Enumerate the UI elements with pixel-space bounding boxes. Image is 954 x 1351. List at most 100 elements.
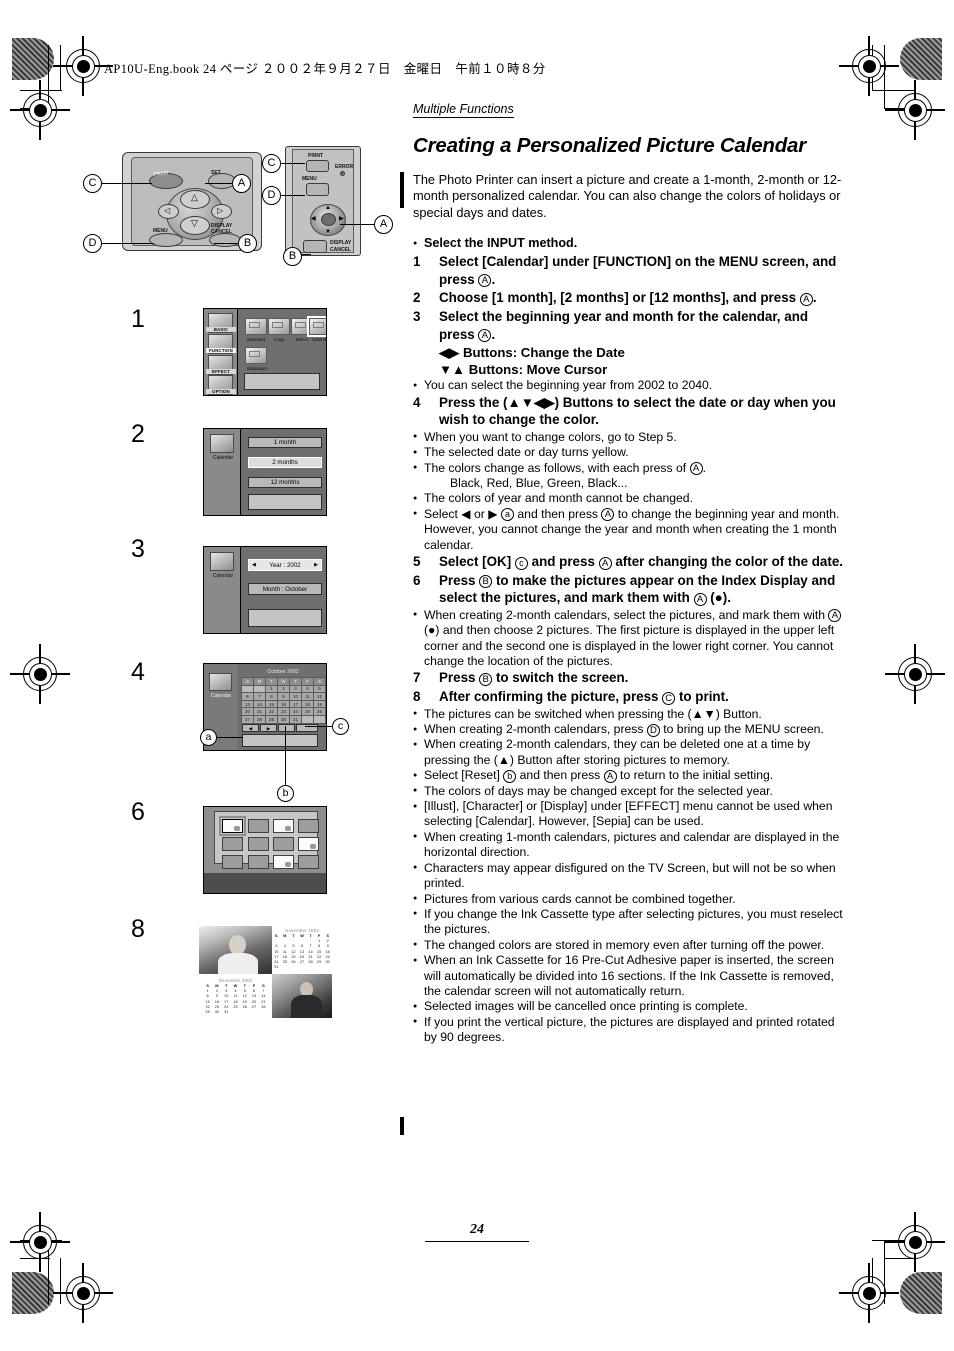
option-1-month[interactable]: 1 month xyxy=(248,437,322,448)
screen-mock-yearmonth: Calendar ◀ Year : 2002 ▶ Month : October xyxy=(203,546,327,634)
display-cancel-button-right-remote[interactable] xyxy=(303,240,327,253)
leader-c-left xyxy=(102,183,152,185)
year-right-arrow-icon[interactable]: ▶ xyxy=(314,560,318,570)
date-cell[interactable]: 20 xyxy=(241,707,254,716)
menu-button-left-remote[interactable] xyxy=(149,233,183,247)
date-cell[interactable]: 10 xyxy=(289,692,302,701)
step-2-text-b: . xyxy=(812,290,817,306)
date-cell[interactable]: 28 xyxy=(253,714,266,724)
note-select-mid: and then press xyxy=(514,506,602,521)
print-button-right-remote[interactable] xyxy=(306,160,329,172)
option-2-months[interactable]: 2 months xyxy=(248,457,322,468)
step-1: 1 Select [Calendar] under [FUNCTION] on … xyxy=(413,253,845,288)
crop-mark-bl-v2 xyxy=(60,1258,62,1304)
date-cell[interactable]: 7 xyxy=(253,692,266,701)
screen4-calendar-grid[interactable]: S M T W T F S 1 2 3 4 5 6 7 8 9 10 11 12… xyxy=(241,677,326,724)
screen4-callout-b: b xyxy=(277,785,294,802)
screen4-side-label: Calendar xyxy=(210,693,232,699)
date-cell[interactable]: 24 xyxy=(289,707,302,716)
date-cell[interactable]: 12 xyxy=(313,692,326,701)
date-cell[interactable]: 14 xyxy=(253,699,266,709)
step-6-number: 6 xyxy=(413,572,421,588)
year-selector-row[interactable]: ◀ Year : 2002 ▶ xyxy=(248,559,322,571)
screen4-next-button[interactable]: ▶ xyxy=(260,724,277,732)
month-selector-row[interactable]: Month : October xyxy=(248,583,322,595)
date-cell[interactable]: 2 xyxy=(277,684,290,694)
note-item: If you print the vertical picture, the p… xyxy=(413,1014,845,1046)
date-cell[interactable]: 18 xyxy=(301,699,314,709)
date-cell[interactable]: 22 xyxy=(265,707,278,716)
date-cell[interactable]: 26 xyxy=(313,707,326,716)
date-cell[interactable] xyxy=(301,714,314,724)
circled-a-icon: A xyxy=(601,508,615,522)
date-cell[interactable]: 21 xyxy=(253,707,266,716)
menu-button-label-left: MENU xyxy=(153,228,168,234)
function-icon-standard[interactable] xyxy=(245,318,267,335)
index-thumbnail[interactable] xyxy=(298,819,319,833)
date-cell[interactable]: 29 xyxy=(265,714,278,724)
date-cell[interactable]: 13 xyxy=(241,699,254,709)
date-cell[interactable]: 3 xyxy=(289,684,302,694)
date-cell[interactable]: 19 xyxy=(313,699,326,709)
index-thumbnail[interactable] xyxy=(248,819,269,833)
index-thumbnail[interactable] xyxy=(273,837,294,851)
index-thumbnail[interactable] xyxy=(273,855,294,869)
date-cell[interactable]: 27 xyxy=(241,714,254,724)
option-12-months[interactable]: 12 months xyxy=(248,477,322,488)
leader-d-right xyxy=(281,195,305,197)
screen4-prev-button[interactable]: ◀ xyxy=(242,724,259,732)
step-7: 7 Press B to switch the screen. xyxy=(413,669,845,687)
date-cell[interactable]: 23 xyxy=(277,707,290,716)
tab-label-effect: EFFECT xyxy=(206,369,236,374)
index-thumbnail[interactable] xyxy=(248,837,269,851)
index-thumbnail[interactable] xyxy=(222,855,243,869)
date-cell[interactable] xyxy=(241,684,254,694)
date-cell[interactable] xyxy=(253,684,266,694)
step-6: 6 Press B to make the pictures appear on… xyxy=(413,572,845,607)
index-thumbnail[interactable] xyxy=(298,837,319,851)
crop-mark-bl-h2 xyxy=(20,1258,50,1260)
index-thumbnail[interactable] xyxy=(222,837,243,851)
dpad-up-icon-left: △ xyxy=(191,192,198,202)
date-cell[interactable]: 16 xyxy=(277,699,290,709)
date-cell[interactable]: 25 xyxy=(301,707,314,716)
screen-mock-index-display xyxy=(203,806,327,894)
date-cell[interactable]: 6 xyxy=(241,692,254,701)
note-item: When creating 2-month calendars, they ca… xyxy=(413,737,845,768)
index-thumbnail[interactable] xyxy=(248,855,269,869)
date-cell[interactable]: 17 xyxy=(289,699,302,709)
date-cell[interactable]: 9 xyxy=(277,692,290,701)
circled-a-icon: A xyxy=(693,592,707,606)
step-5-post: after changing the color of the date. xyxy=(611,554,843,570)
mini-date: 31 xyxy=(274,964,279,970)
date-cell[interactable] xyxy=(313,714,326,724)
display-cancel-button-left-remote[interactable] xyxy=(209,233,241,247)
index-thumbnail[interactable] xyxy=(219,816,246,836)
date-cell[interactable]: 31 xyxy=(289,714,302,724)
function-icon-wallpaper[interactable] xyxy=(245,347,267,364)
date-cell[interactable]: 4 xyxy=(301,684,314,694)
date-cell[interactable]: 15 xyxy=(265,699,278,709)
figure-step-number-6: 6 xyxy=(131,798,145,826)
note-select-pre: Select ◀ or ▶ xyxy=(424,506,501,521)
date-cell[interactable]: 11 xyxy=(301,692,314,701)
date-cell[interactable]: 1 xyxy=(265,684,278,694)
index-thumbnail[interactable] xyxy=(298,855,319,869)
date-cell[interactable]: 5 xyxy=(313,684,326,694)
menu-button-right-remote[interactable] xyxy=(306,183,329,196)
weekday-cell: W xyxy=(277,677,290,686)
dpad-center-set-right[interactable] xyxy=(321,213,336,226)
date-cell[interactable]: 8 xyxy=(265,692,278,701)
note-item: When you want to change colors, go to St… xyxy=(413,429,845,445)
date-cell[interactable]: 30 xyxy=(277,714,290,724)
function-label-wallpaper: Wallpaper xyxy=(246,366,268,371)
step-2-text-a: Choose [1 month], [2 months] or [12 mont… xyxy=(439,290,800,306)
screen4-reset-button[interactable] xyxy=(278,724,295,732)
display-label-right: DISPLAY xyxy=(330,240,352,246)
step-3: 3 Select the beginning year and month fo… xyxy=(413,308,845,343)
step-8-text: After confirming the picture, press C to… xyxy=(439,688,845,706)
circled-a-icon: A xyxy=(478,329,492,343)
function-icon-copy[interactable] xyxy=(268,318,290,335)
leader-a-left xyxy=(205,183,233,185)
index-thumbnail[interactable] xyxy=(273,819,294,833)
